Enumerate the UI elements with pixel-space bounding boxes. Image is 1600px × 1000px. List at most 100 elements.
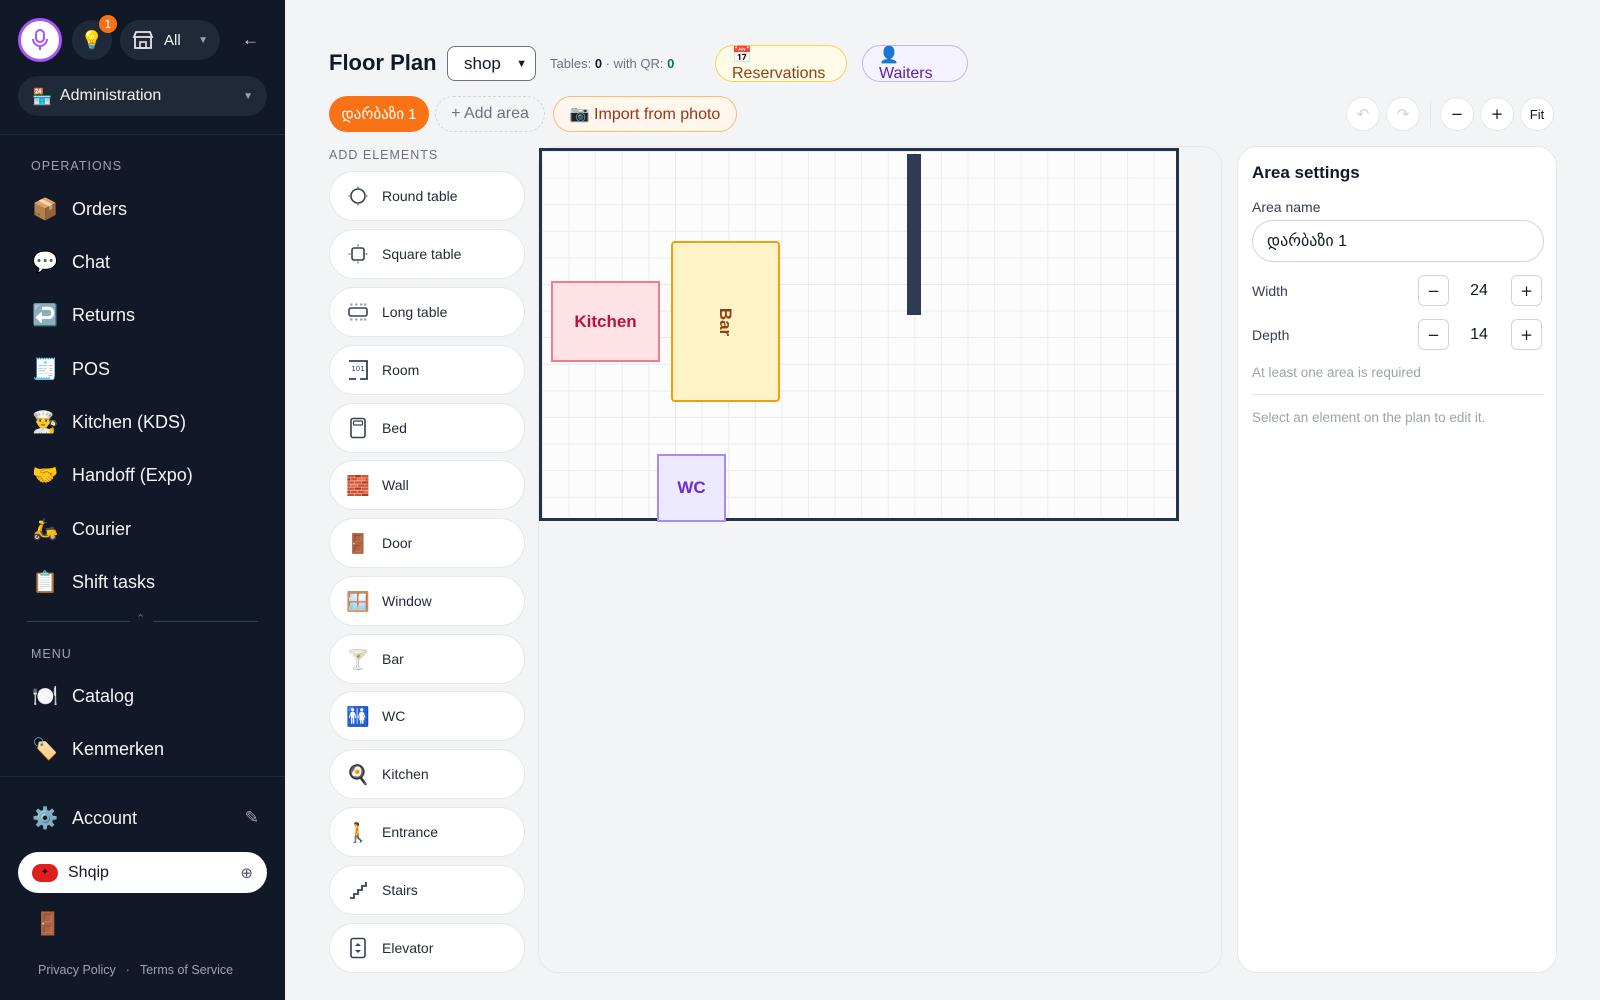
required-area-hint: At least one area is required [1252, 365, 1421, 380]
add-kitchen-button[interactable]: 🍳 Kitchen [329, 749, 525, 799]
element-label: Kitchen [382, 766, 429, 782]
floor-plan-area[interactable]: Kitchen Bar WC [539, 148, 1179, 522]
depth-value: 14 [1470, 326, 1488, 343]
frying-pan-icon: 🍳 [346, 763, 370, 786]
voice-assistant-button[interactable] [18, 18, 62, 62]
nav-item-courier[interactable]: 🛵 Courier [18, 506, 267, 552]
plan-element-kitchen[interactable]: Kitchen [551, 281, 660, 362]
nav-item-pos[interactable]: 🧾 POS [18, 346, 267, 392]
element-label: WC [382, 708, 406, 724]
nav-item-handoff-expo[interactable]: 🤝 Handoff (Expo) [18, 452, 267, 498]
add-square-table-button[interactable]: Square table [329, 229, 525, 279]
edit-icon[interactable]: ✎ [245, 808, 259, 828]
undo-button[interactable]: ↶ [1346, 97, 1380, 131]
language-selector[interactable]: ✦ Shqip ⊕ [18, 852, 267, 893]
nav-item-account[interactable]: ⚙️ Account ✎ [18, 795, 267, 841]
nav-item-label: Handoff (Expo) [72, 464, 193, 485]
shop-select[interactable]: shop ▼ [447, 46, 536, 81]
restroom-icon: 🚻 [346, 705, 370, 728]
nav-item-label: Orders [72, 198, 128, 219]
tag-icon: 🏷️ [32, 736, 59, 761]
store-selector-label: All [164, 31, 181, 49]
albania-flag-icon: ✦ [32, 863, 58, 882]
element-label: Stairs [382, 882, 418, 898]
clipboard-icon: 📋 [32, 569, 59, 594]
waiters-button[interactable]: 👤 Waiters [862, 45, 968, 82]
nav-item-catalog[interactable]: 🍽️ Catalog [18, 673, 267, 719]
element-label: Round table [382, 188, 458, 204]
import-from-photo-button[interactable]: 📷 Import from photo [553, 96, 737, 132]
lightbulb-icon: 💡 [80, 29, 104, 50]
nav-item-returns[interactable]: ↩️ Returns [18, 292, 267, 338]
add-entrance-button[interactable]: 🚶 Entrance [329, 807, 525, 857]
receipt-icon: 🧾 [32, 356, 59, 381]
depth-decrement-button[interactable]: − [1418, 319, 1449, 350]
bed-icon [346, 416, 370, 440]
tips-button[interactable]: 💡 1 [72, 15, 117, 60]
scooter-icon: 🛵 [32, 516, 59, 541]
square-table-icon [346, 242, 370, 266]
nav-item-label: Shift tasks [72, 571, 156, 592]
page-title: Floor Plan [329, 50, 437, 75]
nav-item-kenmerken[interactable]: 🏷️ Kenmerken [18, 726, 267, 772]
tips-badge: 1 [99, 15, 117, 33]
sidebar-top-bar: 💡 1 All ▼ ← [18, 15, 268, 62]
element-label: Room [382, 362, 420, 378]
add-room-button[interactable]: 101 Room [329, 345, 525, 395]
qr-count: 0 [667, 56, 675, 71]
handshake-icon: 🤝 [32, 462, 59, 487]
element-label: Bar [382, 651, 404, 667]
nav-item-label: POS [72, 358, 111, 379]
add-long-table-button[interactable]: Long table [329, 287, 525, 337]
add-stairs-button[interactable]: Stairs [329, 865, 525, 915]
reservations-button[interactable]: 📅 Reservations [715, 45, 847, 82]
element-label: Bed [382, 420, 407, 436]
area-tab-active[interactable]: დარბაზი 1 [329, 96, 429, 132]
area-name-input[interactable]: დარბაზი 1 [1252, 220, 1544, 262]
nav-item-label: Kenmerken [72, 738, 165, 759]
chevron-up-icon[interactable]: ⌃ [136, 612, 145, 625]
divider [0, 134, 285, 135]
add-wc-button[interactable]: 🚻 WC [329, 691, 525, 741]
width-decrement-button[interactable]: − [1418, 275, 1449, 306]
add-round-table-button[interactable]: Round table [329, 171, 525, 221]
terms-of-service-link[interactable]: Terms of Service [140, 963, 233, 977]
svg-text:101: 101 [351, 365, 364, 373]
shop-icon: 🏪 [32, 86, 52, 106]
tables-count: 0 [594, 56, 603, 71]
store-selector[interactable]: All ▼ [120, 20, 220, 60]
nav-item-label: Kitchen (KDS) [72, 411, 187, 432]
admin-selector[interactable]: 🏪 Administration ▼ [18, 76, 267, 116]
nav-item-kitchen-kds[interactable]: 👨‍🍳 Kitchen (KDS) [18, 399, 267, 445]
add-door-button[interactable]: 🚪 Door [329, 518, 525, 568]
logout-door-icon[interactable]: 🚪 [34, 912, 61, 937]
add-window-button[interactable]: 🪟 Window [329, 576, 525, 626]
cook-icon: 👨‍🍳 [32, 409, 59, 434]
zoom-out-button[interactable]: − [1440, 97, 1474, 131]
chevron-down-icon: ▼ [198, 34, 208, 46]
walking-person-icon: 🚶 [346, 821, 370, 844]
zoom-in-button[interactable]: + [1480, 97, 1514, 131]
plan-element-bar[interactable]: Bar [671, 241, 780, 402]
add-bar-button[interactable]: 🍸 Bar [329, 634, 525, 684]
nav-item-orders[interactable]: 📦 Orders [18, 186, 267, 232]
select-element-hint: Select an element on the plan to edit it… [1252, 410, 1486, 425]
redo-button[interactable]: ↷ [1386, 97, 1420, 131]
width-increment-button[interactable]: + [1511, 275, 1542, 306]
add-elevator-button[interactable]: Elevator [329, 923, 525, 973]
privacy-policy-link[interactable]: Privacy Policy [38, 963, 116, 977]
plan-element-wc[interactable]: WC [657, 454, 726, 522]
nav-item-shift-tasks[interactable]: 📋 Shift tasks [18, 559, 267, 605]
add-area-button[interactable]: + Add area [435, 96, 545, 132]
globe-icon: ⊕ [240, 863, 253, 882]
fit-button[interactable]: Fit [1520, 97, 1554, 131]
nav-item-label: Returns [72, 304, 136, 325]
add-bed-button[interactable]: Bed [329, 403, 525, 453]
section-label-operations: OPERATIONS [31, 159, 123, 173]
collapse-sidebar-icon[interactable]: ← [242, 30, 259, 50]
nav-item-chat[interactable]: 💬 Chat [18, 239, 267, 285]
add-wall-button[interactable]: 🧱 Wall [329, 460, 525, 510]
plan-element-wall[interactable] [907, 154, 921, 315]
store-icon [132, 31, 154, 49]
depth-increment-button[interactable]: + [1511, 319, 1542, 350]
